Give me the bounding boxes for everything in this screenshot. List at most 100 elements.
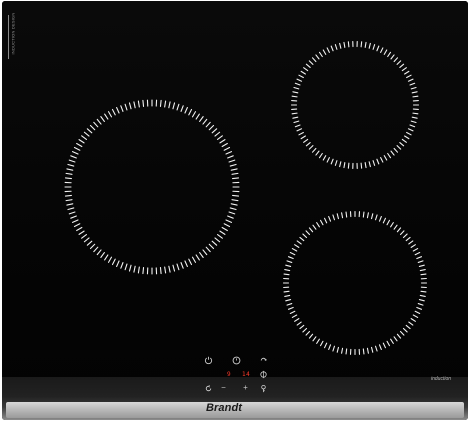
- zone-marker-dash: [318, 152, 323, 159]
- zone-marker-dash: [347, 162, 350, 169]
- zone-select-icon[interactable]: [259, 370, 268, 379]
- zone-marker-dash: [390, 54, 395, 60]
- control-panel: 9 14 − +: [200, 351, 272, 395]
- zone-marker-dash: [221, 226, 228, 232]
- zone-marker-dash: [96, 249, 102, 256]
- zone-marker-dash: [383, 155, 388, 161]
- zone-marker-dash: [100, 116, 105, 123]
- zone-marker-dash: [393, 336, 398, 342]
- zone-marker-dash: [291, 314, 298, 319]
- zone-marker-dash: [225, 151, 233, 155]
- zone-marker-dash: [285, 298, 292, 302]
- zone-marker-dash: [124, 103, 128, 111]
- zone-marker-dash: [227, 215, 234, 219]
- zone-marker-dash: [326, 47, 330, 53]
- zone-marker-dash: [305, 63, 311, 68]
- zone-marker-dash: [211, 128, 218, 134]
- zone-marker-dash: [142, 267, 145, 275]
- key-icon[interactable]: [259, 384, 268, 393]
- zone-marker-dash: [172, 264, 176, 272]
- zone-marker-dash: [83, 131, 90, 137]
- zone-marker-dash: [305, 330, 311, 336]
- zone-marker-dash: [128, 102, 132, 110]
- zone-marker-dash: [180, 105, 184, 112]
- plus-button[interactable]: +: [241, 383, 250, 392]
- timer-icon[interactable]: [232, 356, 241, 365]
- zone-marker-dash: [205, 246, 211, 253]
- zone-marker-dash: [407, 128, 414, 132]
- zone-marker-dash: [405, 236, 411, 242]
- cooking-zone-bottom-right[interactable]: [282, 210, 428, 356]
- zone-marker-dash: [315, 54, 320, 60]
- zone-marker-dash: [229, 207, 237, 211]
- zone-marker-dash: [417, 260, 424, 264]
- zone-marker-dash: [195, 113, 200, 120]
- zone-marker-dash: [393, 57, 399, 63]
- zone-marker-dash: [89, 243, 96, 250]
- zone-marker-dash: [199, 251, 204, 258]
- zone-marker-dash: [308, 333, 314, 339]
- minus-button[interactable]: −: [219, 383, 228, 392]
- zone-marker-dash: [232, 177, 240, 180]
- zone-marker-dash: [133, 101, 136, 109]
- zone-marker-dash: [73, 146, 81, 151]
- zone-marker-dash: [419, 294, 426, 297]
- zone-marker-dash: [305, 230, 311, 236]
- zone-marker-dash: [231, 199, 239, 202]
- zone-marker-dash: [128, 264, 132, 272]
- zone-marker-dash: [382, 217, 386, 224]
- zone-marker-dash: [336, 213, 340, 220]
- zone-marker-dash: [78, 139, 85, 144]
- zone-marker-dash: [137, 100, 140, 108]
- cooking-zone-left[interactable]: [64, 99, 240, 275]
- zone-marker-dash: [393, 147, 399, 153]
- zone-marker-dash: [370, 346, 374, 353]
- zone-marker-dash: [378, 344, 382, 351]
- zone-marker-dash: [399, 330, 405, 336]
- zone-marker-dash: [401, 67, 407, 72]
- zone-marker-dash: [406, 131, 412, 136]
- induction-cooktop: INDUCTION DESIGN induction 9 14 − + Bran…: [2, 1, 468, 420]
- zone-marker-dash: [374, 345, 378, 352]
- zone-marker-dash: [291, 112, 298, 115]
- zone-marker-dash: [296, 78, 303, 82]
- zone-marker-dash: [341, 212, 344, 219]
- zone-marker-dash: [399, 63, 405, 68]
- zone-marker-dash: [376, 158, 380, 165]
- zone-marker-dash: [202, 249, 208, 256]
- zone-marker-dash: [360, 41, 363, 48]
- zone-marker-dash: [308, 60, 314, 65]
- zone-marker-dash: [294, 318, 300, 322]
- zone-marker-dash: [168, 101, 171, 109]
- zone-marker-dash: [336, 346, 340, 353]
- zone-marker-dash: [184, 106, 188, 114]
- zone-marker-dash: [211, 240, 218, 246]
- zone-marker-dash: [96, 118, 102, 125]
- zone-marker-dash: [401, 138, 407, 143]
- power-icon[interactable]: [204, 356, 213, 365]
- pause-icon[interactable]: [204, 384, 213, 393]
- zone-marker-dash: [111, 108, 116, 116]
- zone-marker-dash: [374, 214, 378, 221]
- zone-marker-dash: [231, 172, 239, 175]
- zone-marker-dash: [228, 211, 236, 215]
- zone-marker-dash: [67, 163, 75, 167]
- cooking-zone-top-right[interactable]: [290, 40, 420, 170]
- zone-marker-dash: [332, 214, 336, 221]
- zone-marker-dash: [412, 248, 419, 252]
- zone-marker-dash: [408, 321, 414, 326]
- lock-icon[interactable]: [259, 356, 268, 365]
- zone-marker-dash: [120, 105, 124, 112]
- zone-marker-dash: [396, 145, 402, 150]
- zone-marker-dash: [382, 342, 386, 349]
- zone-marker-dash: [380, 47, 384, 53]
- zone-marker-dash: [410, 244, 416, 248]
- zone-marker-dash: [362, 348, 365, 355]
- zone-marker-dash: [195, 254, 200, 261]
- zone-marker-dash: [296, 128, 303, 132]
- zone-marker-dash: [402, 233, 408, 239]
- zone-marker-dash: [407, 78, 414, 82]
- zone-marker-dash: [299, 236, 305, 242]
- zone-marker-dash: [65, 172, 73, 175]
- zone-marker-dash: [387, 152, 392, 159]
